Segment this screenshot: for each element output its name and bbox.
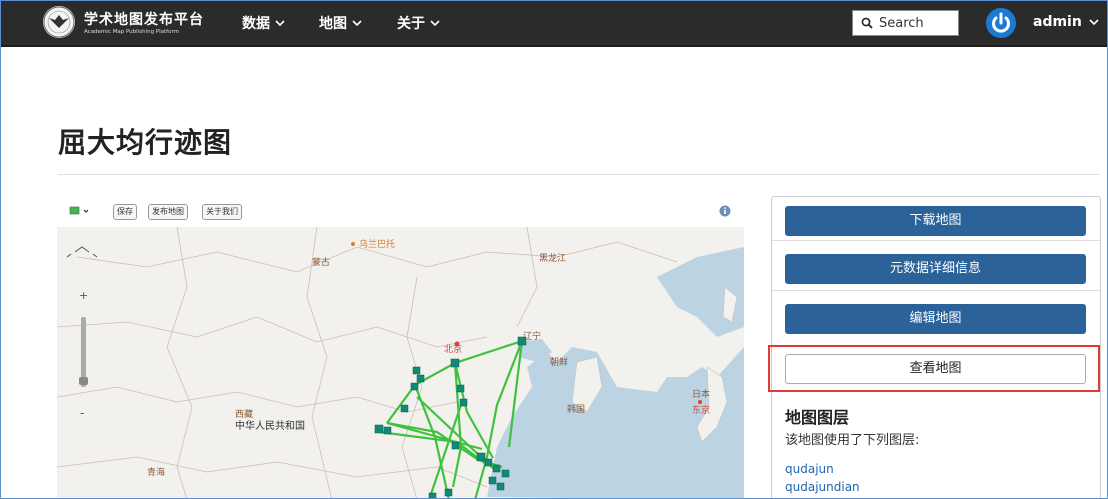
map-label: 西藏 <box>235 410 254 420</box>
search-icon <box>861 17 873 29</box>
search-input[interactable] <box>879 15 955 31</box>
highlight-box <box>768 345 1100 392</box>
map-label: 日本 <box>692 390 711 400</box>
layer-link-qudajun[interactable]: qudajun <box>785 462 834 476</box>
site-logo[interactable] <box>43 6 75 38</box>
panel-row: 编辑地图 <box>772 290 1100 346</box>
page-title: 屈大均行迹图 <box>58 126 233 159</box>
chevron-down-icon <box>1089 19 1099 26</box>
brand-subtitle: Academic Map Publishing Platform <box>84 29 180 35</box>
map-label: 东京 <box>692 406 711 416</box>
power-icon[interactable] <box>986 8 1016 38</box>
chevron-down-icon <box>275 20 285 27</box>
publish-map-button[interactable]: 发布地图 <box>148 204 188 220</box>
metadata-detail-button[interactable]: 元数据详细信息 <box>785 254 1086 284</box>
search-box[interactable] <box>852 10 959 36</box>
save-map-button[interactable]: 保存 <box>113 204 137 220</box>
map-label: 黑龙江 <box>539 254 567 264</box>
layers-icon[interactable] <box>69 205 91 217</box>
map-toolbar: 保存 发布地图 关于我们 <box>57 197 744 227</box>
svg-text:+: + <box>79 289 88 302</box>
map-layers-description: 该地图使用了下列图层: <box>785 433 920 448</box>
user-name: admin <box>1033 14 1082 30</box>
map-label: 韩国 <box>567 405 586 415</box>
info-icon[interactable] <box>719 205 731 217</box>
layer-link-qudajundian[interactable]: qudajundian <box>785 480 860 494</box>
nav-menu-data-label: 数据 <box>242 16 270 32</box>
panel-row: 下载地图 <box>772 197 1100 241</box>
divider <box>58 174 1100 175</box>
map-label: 朝鲜 <box>550 358 569 368</box>
map-label: 蒙古 <box>312 258 331 268</box>
map-label: 青海 <box>147 468 166 478</box>
nav-menu-maps-label: 地图 <box>319 16 347 32</box>
nav-menu-about-label: 关于 <box>397 16 425 32</box>
brand-title[interactable]: 学术地图发布平台 <box>84 9 204 29</box>
map-canvas[interactable]: + - 乌兰巴托 蒙古 黑龙江 北京 辽宁 朝鲜 韩国 日本 东京 中华人民共和… <box>57 227 744 498</box>
top-navbar: 学术地图发布平台 Academic Map Publishing Platfor… <box>1 1 1107 47</box>
nav-menu-about[interactable]: 关于 <box>397 13 440 33</box>
map-label: 辽宁 <box>523 332 542 342</box>
edit-map-button[interactable]: 编辑地图 <box>785 304 1086 334</box>
map-layers-heading: 地图图层 <box>785 408 850 427</box>
map-label: 乌兰巴托 <box>359 240 396 250</box>
about-us-button[interactable]: 关于我们 <box>202 204 242 220</box>
nav-menu-data[interactable]: 数据 <box>242 13 285 33</box>
download-map-button[interactable]: 下载地图 <box>785 206 1086 236</box>
map-label: 北京 <box>444 345 463 355</box>
map-panel: 保存 发布地图 关于我们 + - 乌兰巴托 蒙古 黑龙江 北京 辽宁 朝鲜 韩国… <box>57 197 744 498</box>
panel-row: 元数据详细信息 <box>772 240 1100 291</box>
chevron-down-icon <box>352 20 362 27</box>
browser-frame: 学术地图发布平台 Academic Map Publishing Platfor… <box>0 0 1108 499</box>
map-svg: + - <box>57 227 744 498</box>
user-menu[interactable]: admin <box>1033 14 1099 30</box>
svg-text:-: - <box>80 406 84 420</box>
chevron-down-icon <box>430 20 440 27</box>
nav-menu-maps[interactable]: 地图 <box>319 13 362 33</box>
